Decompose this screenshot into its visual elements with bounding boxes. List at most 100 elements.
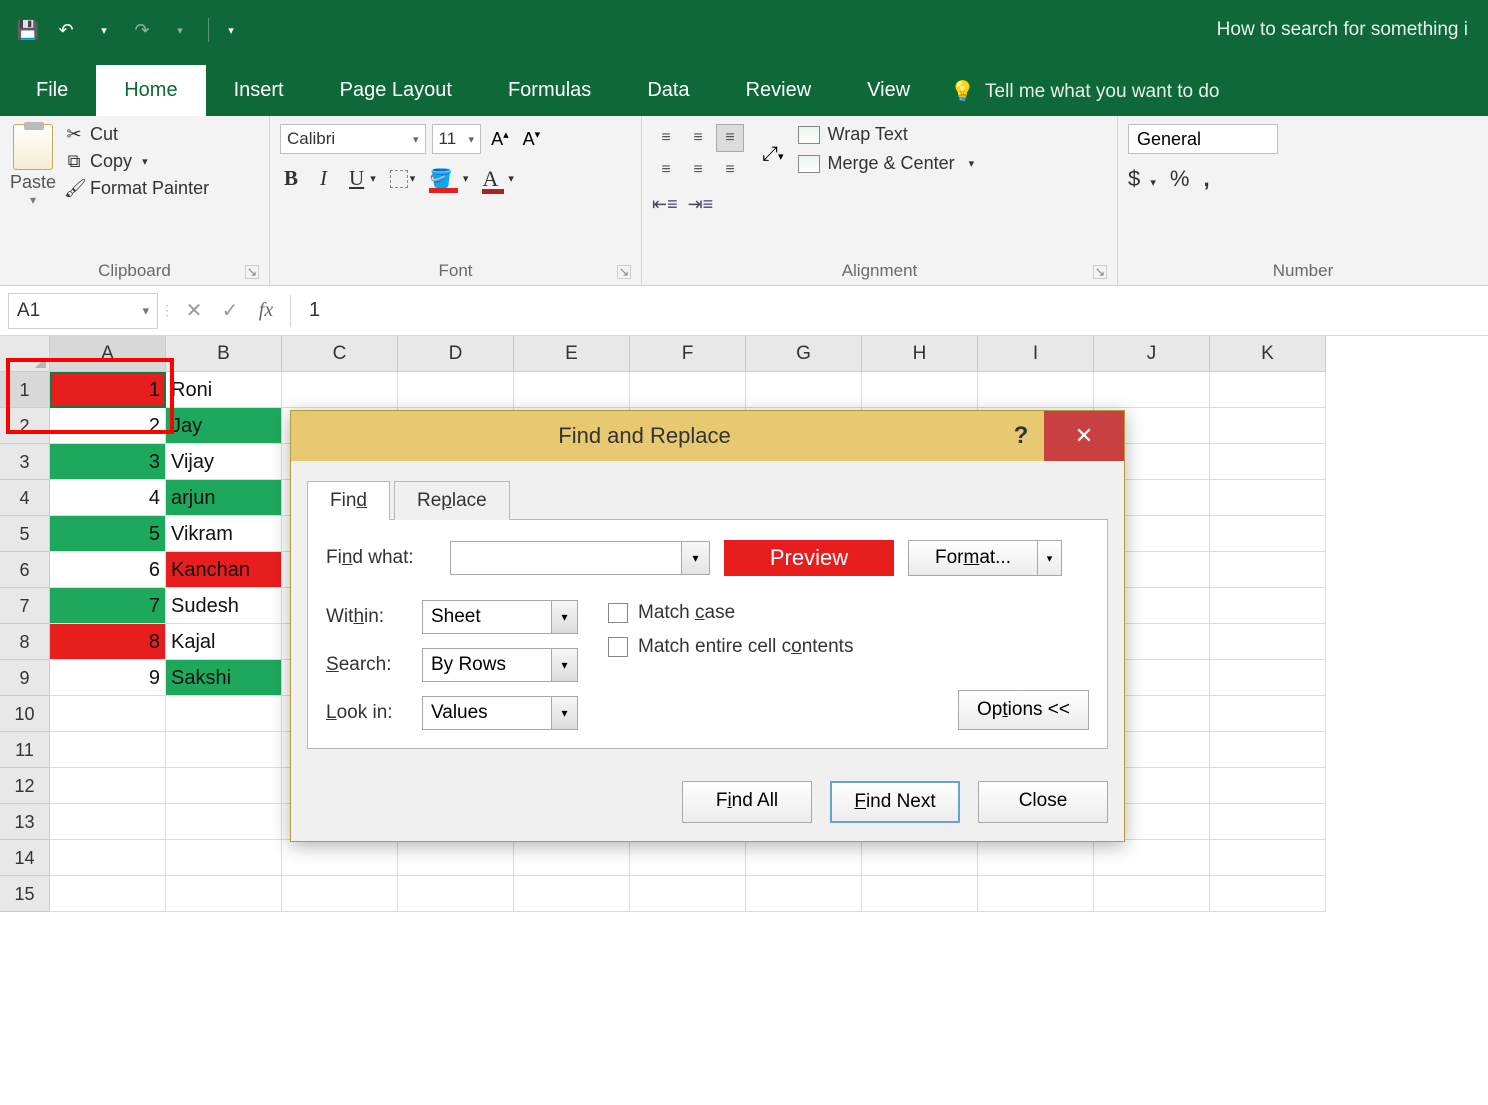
cell[interactable]: Sakshi xyxy=(166,660,282,696)
cut-button[interactable]: ✂ Cut xyxy=(64,124,209,145)
select-all-corner[interactable] xyxy=(0,336,50,372)
cell[interactable] xyxy=(630,372,746,408)
cell[interactable]: 4 xyxy=(50,480,166,516)
number-format-combo[interactable]: General xyxy=(1128,124,1278,154)
tab-file[interactable]: File xyxy=(8,65,96,116)
cell[interactable]: 9 xyxy=(50,660,166,696)
decrease-indent-icon[interactable]: ⇤≡ xyxy=(652,194,678,215)
cell[interactable] xyxy=(630,840,746,876)
tab-data[interactable]: Data xyxy=(619,65,717,116)
cell[interactable] xyxy=(1210,372,1326,408)
column-header[interactable]: D xyxy=(398,336,514,372)
format-button[interactable]: Format... xyxy=(908,540,1038,576)
fill-color-button[interactable]: 🪣 ▾ xyxy=(429,167,468,191)
chevron-down-icon[interactable]: ▾ xyxy=(552,600,578,634)
column-header[interactable]: K xyxy=(1210,336,1326,372)
increase-font-icon[interactable]: A▴ xyxy=(487,126,513,152)
orientation-button[interactable]: ⤢▾ xyxy=(762,143,784,166)
chevron-down-icon[interactable]: ▾ xyxy=(410,172,416,185)
row-header[interactable]: 12 xyxy=(0,768,50,804)
cell[interactable] xyxy=(630,876,746,912)
row-header[interactable]: 6 xyxy=(0,552,50,588)
chevron-down-icon[interactable]: ▾ xyxy=(508,172,514,185)
cell[interactable]: 3 xyxy=(50,444,166,480)
cell[interactable] xyxy=(1094,876,1210,912)
cell[interactable] xyxy=(398,840,514,876)
copy-dropdown-icon[interactable]: ▾ xyxy=(142,155,148,168)
tab-page-layout[interactable]: Page Layout xyxy=(312,65,480,116)
tell-me-search[interactable]: 💡 Tell me what you want to do xyxy=(938,79,1231,116)
row-header[interactable]: 4 xyxy=(0,480,50,516)
row-header[interactable]: 8 xyxy=(0,624,50,660)
cell[interactable] xyxy=(514,372,630,408)
find-all-button[interactable]: Find All xyxy=(682,781,812,823)
align-right-icon[interactable]: ≡ xyxy=(716,156,744,184)
cell[interactable] xyxy=(1210,804,1326,840)
cell[interactable] xyxy=(282,876,398,912)
column-header[interactable]: H xyxy=(862,336,978,372)
cell[interactable]: Kajal xyxy=(166,624,282,660)
comma-button[interactable]: , xyxy=(1203,166,1209,192)
cell[interactable] xyxy=(1210,696,1326,732)
column-header[interactable]: E xyxy=(514,336,630,372)
cell[interactable] xyxy=(514,840,630,876)
font-size-combo[interactable]: 11 ▾ xyxy=(432,124,482,154)
match-case-checkbox[interactable]: Match case xyxy=(608,602,853,624)
cell[interactable]: Jay xyxy=(166,408,282,444)
cell[interactable] xyxy=(50,732,166,768)
tab-formulas[interactable]: Formulas xyxy=(480,65,619,116)
close-icon[interactable]: ✕ xyxy=(1044,411,1124,461)
cell[interactable] xyxy=(166,732,282,768)
cell[interactable] xyxy=(166,804,282,840)
undo-icon[interactable]: ↶ xyxy=(50,14,82,46)
cell[interactable] xyxy=(1210,588,1326,624)
format-painter-button[interactable]: 🖌 Format Painter xyxy=(64,178,209,199)
borders-button[interactable]: ▾ xyxy=(390,170,416,188)
find-next-button[interactable]: Find Next xyxy=(830,781,960,823)
align-bottom-icon[interactable]: ≡ xyxy=(716,124,744,152)
cell[interactable] xyxy=(1210,732,1326,768)
cell[interactable] xyxy=(166,876,282,912)
row-header[interactable]: 2 xyxy=(0,408,50,444)
row-header[interactable]: 3 xyxy=(0,444,50,480)
column-header[interactable]: G xyxy=(746,336,862,372)
fx-icon[interactable]: fx xyxy=(248,299,284,322)
cell[interactable] xyxy=(862,876,978,912)
align-left-icon[interactable]: ≡ xyxy=(652,156,680,184)
cell[interactable] xyxy=(862,840,978,876)
find-what-input[interactable] xyxy=(450,541,682,575)
cell[interactable] xyxy=(1210,840,1326,876)
cell[interactable] xyxy=(1094,372,1210,408)
cell[interactable] xyxy=(50,804,166,840)
cell[interactable] xyxy=(398,372,514,408)
cell[interactable] xyxy=(1210,768,1326,804)
percent-button[interactable]: % xyxy=(1170,166,1190,192)
chevron-down-icon[interactable]: ▾ xyxy=(552,696,578,730)
cell[interactable] xyxy=(1210,408,1326,444)
cell[interactable] xyxy=(1210,516,1326,552)
cell[interactable]: 6 xyxy=(50,552,166,588)
row-header[interactable]: 13 xyxy=(0,804,50,840)
increase-indent-icon[interactable]: ⇥≡ xyxy=(688,194,714,215)
column-header[interactable]: A xyxy=(50,336,166,372)
cell[interactable] xyxy=(746,372,862,408)
font-launcher-icon[interactable]: ↘ xyxy=(617,265,631,279)
column-header[interactable]: J xyxy=(1094,336,1210,372)
paste-dropdown-icon[interactable]: ▾ xyxy=(30,193,36,207)
row-header[interactable]: 9 xyxy=(0,660,50,696)
chevron-down-icon[interactable]: ▾ xyxy=(370,172,376,185)
chevron-down-icon[interactable]: ▾ xyxy=(142,303,149,319)
cell[interactable] xyxy=(50,768,166,804)
row-header[interactable]: 15 xyxy=(0,876,50,912)
cell[interactable] xyxy=(282,840,398,876)
format-preview-button[interactable]: Preview xyxy=(724,540,894,576)
font-color-button[interactable]: A ▾ xyxy=(482,166,513,192)
cell[interactable]: Vijay xyxy=(166,444,282,480)
align-top-icon[interactable]: ≡ xyxy=(652,124,680,152)
copy-button[interactable]: ⧉ Copy ▾ xyxy=(64,151,209,172)
cell[interactable] xyxy=(978,876,1094,912)
cell[interactable] xyxy=(50,876,166,912)
tab-view[interactable]: View xyxy=(839,65,938,116)
cell[interactable] xyxy=(50,840,166,876)
cell[interactable]: Roni xyxy=(166,372,282,408)
